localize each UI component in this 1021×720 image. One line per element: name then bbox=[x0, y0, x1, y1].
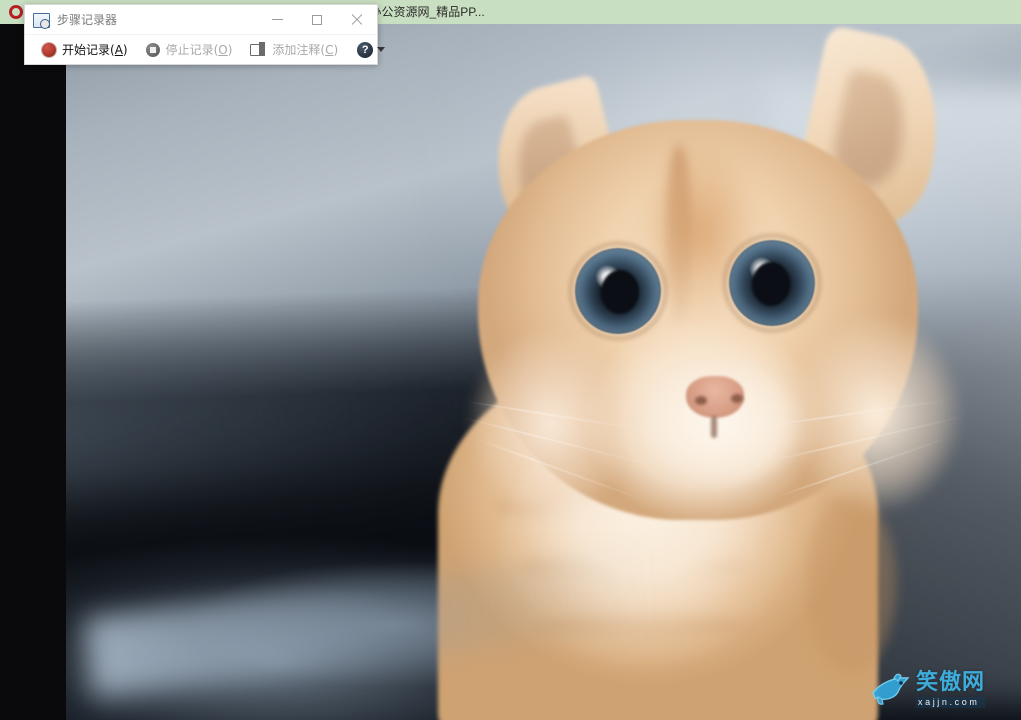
kitten-left-pupil bbox=[601, 270, 639, 314]
watermark: 笑傲网 xajjn.com bbox=[870, 666, 1015, 714]
kitten-figure bbox=[66, 24, 1021, 720]
window-title: 步骤记录器 bbox=[57, 13, 118, 27]
shark-icon bbox=[872, 673, 910, 705]
comment-icon bbox=[250, 42, 266, 56]
maximize-icon bbox=[312, 14, 322, 25]
kitten-right-nostril bbox=[731, 394, 743, 403]
kitten-forehead-stripe bbox=[666, 144, 692, 324]
maximize-button[interactable] bbox=[297, 6, 337, 34]
help-button[interactable]: ? bbox=[347, 37, 377, 63]
start-record-label: 开始记录(A) bbox=[62, 43, 128, 57]
watermark-text: 笑傲网 xajjn.com bbox=[916, 670, 986, 708]
window-titlebar[interactable]: 步骤记录器 bbox=[25, 5, 377, 34]
steps-recorder-window[interactable]: 步骤记录器 开始记录(A) 停止记录(O) 添加注释(C) ? bbox=[24, 4, 386, 65]
start-record-button[interactable]: 开始记录(A) bbox=[33, 37, 137, 63]
photo-viewer[interactable]: 笑傲网 xajjn.com bbox=[0, 24, 1021, 720]
letterbox-left bbox=[0, 24, 66, 720]
chevron-down-icon bbox=[377, 47, 386, 52]
close-button[interactable] bbox=[337, 6, 377, 34]
steps-recorder-icon bbox=[33, 12, 50, 29]
kitten-mouth bbox=[711, 416, 717, 438]
recorder-toolbar: 开始记录(A) 停止记录(O) 添加注释(C) ? bbox=[25, 34, 386, 64]
watermark-cn: 笑傲网 bbox=[916, 670, 986, 695]
help-dropdown-button[interactable] bbox=[377, 37, 386, 63]
minimize-icon bbox=[271, 19, 283, 20]
kitten-photograph bbox=[66, 24, 1021, 720]
close-icon bbox=[351, 14, 363, 26]
minimize-button[interactable] bbox=[257, 6, 297, 34]
stop-record-label: 停止记录(O) bbox=[165, 43, 233, 57]
help-icon: ? bbox=[357, 41, 374, 58]
stop-icon bbox=[145, 42, 160, 57]
screen-root: 笑傲网 xajjn.com 天猫 软件大全 Gmail YouTube 地图 bbox=[0, 0, 1021, 720]
stop-record-button[interactable]: 停止记录(O) bbox=[137, 37, 242, 63]
record-icon bbox=[42, 42, 56, 57]
kitten-right-pupil bbox=[752, 262, 790, 306]
watermark-en: xajjn.com bbox=[916, 697, 986, 708]
kitten-left-nostril bbox=[695, 396, 707, 405]
add-comment-label: 添加注释(C) bbox=[272, 43, 339, 57]
tmall-icon bbox=[9, 4, 25, 20]
bookmark-label: 办公资源网_精品PP... bbox=[369, 5, 485, 19]
add-comment-button[interactable]: 添加注释(C) bbox=[241, 37, 347, 63]
